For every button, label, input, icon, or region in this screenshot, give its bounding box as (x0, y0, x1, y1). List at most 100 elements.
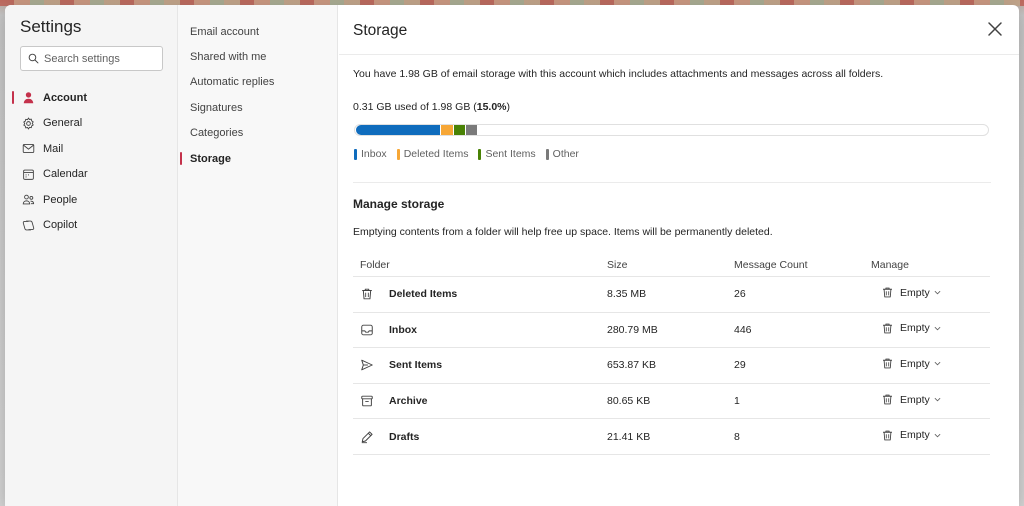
empty-folder-button[interactable]: Empty (881, 322, 941, 335)
folder-size: 8.35 MB (607, 288, 647, 301)
nav-item-label: People (43, 193, 78, 206)
legend-label: Inbox (361, 148, 387, 160)
people-icon (22, 193, 35, 206)
empty-label: Empty (900, 322, 930, 335)
divider (339, 54, 1019, 55)
close-button[interactable] (986, 20, 1004, 38)
trash-icon (883, 394, 892, 405)
message-count: 26 (734, 288, 746, 301)
trash-icon (360, 287, 374, 301)
legend-label: Sent Items (485, 148, 536, 160)
table-row: Inbox 280.79 MB 446 Empty (353, 313, 990, 349)
legend-item-other: Other (545, 148, 579, 160)
chevron-down-icon (934, 433, 941, 438)
message-count: 29 (734, 359, 746, 372)
message-count: 8 (734, 430, 740, 443)
nav-item-label: Mail (43, 142, 64, 155)
empty-folder-button[interactable]: Empty (881, 393, 941, 406)
folder-name: Archive (389, 395, 428, 408)
trash-icon (883, 287, 892, 298)
legend-swatch (478, 148, 482, 160)
empty-label: Empty (900, 357, 930, 370)
folder-name: Drafts (389, 430, 420, 443)
folder-size: 653.87 KB (607, 359, 657, 372)
subnav-item-automatic-replies[interactable]: Automatic replies (178, 70, 337, 95)
folder-name: Sent Items (389, 359, 443, 372)
empty-label: Empty (900, 286, 930, 299)
column-header-folder: Folder (360, 259, 390, 271)
legend-item-deleted-items: Deleted Items (396, 148, 469, 160)
nav-item-copilot[interactable]: Copilot (5, 213, 177, 239)
manage-storage-heading: Manage storage (353, 197, 445, 211)
message-count: 446 (734, 323, 752, 336)
inbox-icon (360, 323, 374, 337)
subnav-items: Email account Shared with me Automatic r… (178, 19, 337, 171)
subnav-item-shared-with-me[interactable]: Shared with me (178, 44, 337, 69)
chevron-down-icon (934, 326, 941, 331)
usage-segment-deleted-items (441, 125, 453, 135)
trash-icon (883, 323, 892, 334)
usage-segment-inbox (356, 125, 440, 135)
folder-cell: Archive (353, 394, 607, 408)
legend-item-inbox: Inbox (354, 148, 387, 160)
send-icon (360, 358, 374, 372)
folder-size: 21.41 KB (607, 430, 651, 443)
storage-description: You have 1.98 GB of email storage with t… (353, 68, 884, 80)
folder-cell: Inbox (353, 323, 607, 337)
storage-usage-text: 0.31 GB used of 1.98 GB (15.0%) (353, 101, 510, 113)
subnav-item-signatures[interactable]: Signatures (178, 95, 337, 120)
gear-icon (22, 117, 35, 130)
empty-folder-button[interactable]: Empty (881, 429, 941, 442)
search-settings-box[interactable] (20, 46, 163, 71)
mail-icon (22, 142, 35, 155)
column-header-manage: Manage (871, 259, 909, 271)
close-icon (988, 22, 1002, 36)
account-subnav: Email account Shared with me Automatic r… (178, 5, 338, 506)
storage-legend: Inbox Deleted Items Sent Items Other (354, 148, 579, 160)
folder-storage-table: Folder Size Message Count Manage Deleted… (353, 254, 990, 455)
subnav-item-storage[interactable]: Storage (178, 146, 337, 171)
manage-cell: Empty (871, 429, 990, 445)
table-header: Folder Size Message Count Manage (353, 254, 990, 277)
empty-label: Empty (900, 393, 930, 406)
nav-item-label: Copilot (43, 219, 78, 232)
column-header-size: Size (607, 259, 628, 271)
empty-folder-button[interactable]: Empty (881, 357, 941, 370)
folder-cell: Deleted Items (353, 287, 607, 301)
column-header-message-count: Message Count (734, 259, 808, 271)
copilot-icon (22, 219, 35, 232)
manage-cell: Empty (871, 393, 990, 409)
pencil-icon (360, 430, 374, 444)
nav-item-account[interactable]: Account (5, 85, 177, 111)
storage-pane: Storage You have 1.98 GB of email storag… (339, 5, 1019, 506)
legend-label: Deleted Items (403, 148, 469, 160)
empty-folder-button[interactable]: Empty (881, 286, 941, 299)
folder-size: 80.65 KB (607, 395, 651, 408)
legend-swatch (545, 148, 549, 160)
table-row: Drafts 21.41 KB 8 Empty (353, 419, 990, 455)
chevron-down-icon (934, 397, 941, 402)
usage-suffix: ) (506, 101, 511, 113)
usage-segment-sent-items (454, 125, 465, 135)
trash-icon (883, 359, 892, 369)
manage-cell: Empty (871, 322, 990, 338)
legend-item-sent-items: Sent Items (478, 148, 536, 160)
search-icon (28, 53, 39, 64)
manage-storage-description: Emptying contents from a folder will hel… (353, 226, 773, 238)
subnav-item-categories[interactable]: Categories (178, 121, 337, 146)
subnav-item-email-account[interactable]: Email account (178, 19, 337, 44)
nav-item-mail[interactable]: Mail (5, 136, 177, 162)
settings-title: Settings (20, 17, 82, 36)
settings-dialog: Settings Account General (5, 5, 1019, 506)
chevron-down-icon (934, 291, 941, 295)
legend-label: Other (552, 148, 579, 160)
person-icon (22, 91, 35, 104)
folder-cell: Drafts (353, 430, 607, 444)
nav-item-calendar[interactable]: Calendar (5, 162, 177, 188)
search-settings-input[interactable] (44, 52, 154, 65)
nav-item-people[interactable]: People (5, 187, 177, 213)
nav-item-general[interactable]: General (5, 111, 177, 137)
usage-percent: 15.0% (476, 101, 507, 113)
usage-prefix: 0.31 GB used of 1.98 GB ( (353, 101, 477, 113)
chevron-down-icon (934, 362, 941, 366)
